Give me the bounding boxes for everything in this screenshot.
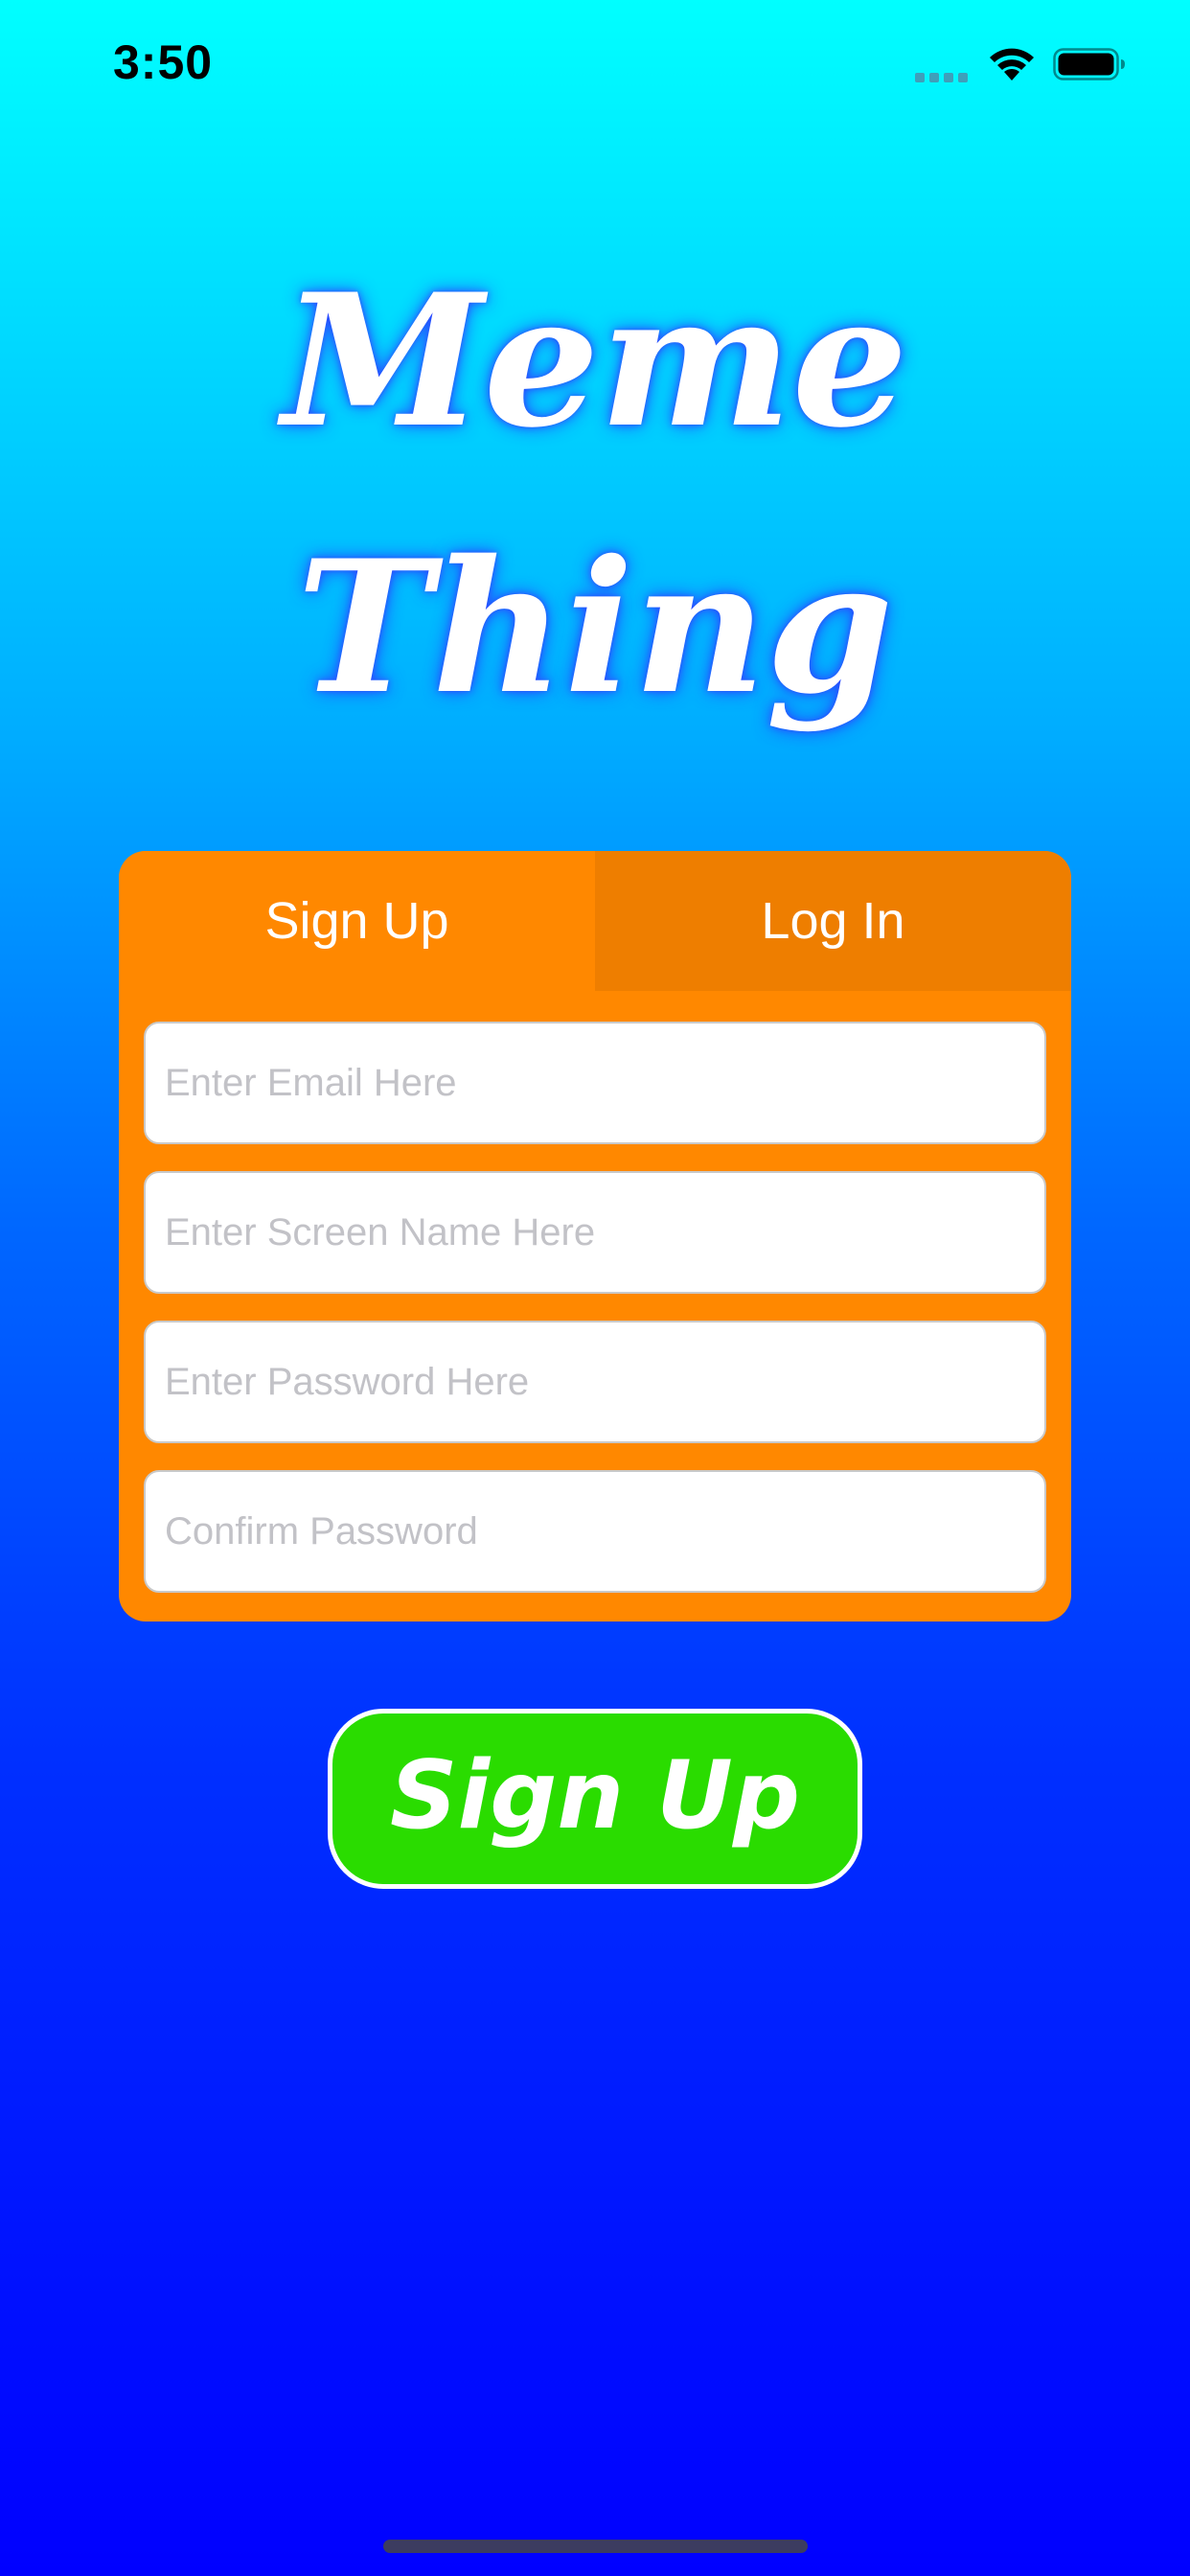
confirm-password-input[interactable]	[146, 1472, 1044, 1591]
status-time: 3:50	[113, 35, 214, 89]
home-indicator[interactable]	[383, 2540, 808, 2553]
cellular-signal-icon	[915, 71, 971, 82]
tab-log-in[interactable]: Log In	[595, 851, 1071, 991]
wifi-icon	[990, 48, 1034, 80]
battery-icon	[1053, 48, 1125, 80]
auth-card: Sign Up Log In	[119, 851, 1071, 1622]
signup-screen: 3:50 Meme Thing Sign Up Log In Enter Ema…	[0, 0, 1190, 2576]
status-bar: 3:50	[0, 0, 1190, 129]
confirm-password-field-container	[144, 1470, 1046, 1593]
tab-sign-up[interactable]: Sign Up	[119, 851, 595, 991]
screen-name-field-container	[144, 1171, 1046, 1294]
app-title-line2: Thing	[296, 520, 894, 734]
sign-up-button[interactable]: Sign Up	[328, 1709, 862, 1889]
password-field-container	[144, 1321, 1046, 1443]
screen-name-input[interactable]	[146, 1173, 1044, 1292]
password-input[interactable]	[146, 1322, 1044, 1441]
app-title-line1: Meme	[282, 254, 908, 468]
email-field-container	[144, 1022, 1046, 1144]
email-input[interactable]	[146, 1024, 1044, 1142]
